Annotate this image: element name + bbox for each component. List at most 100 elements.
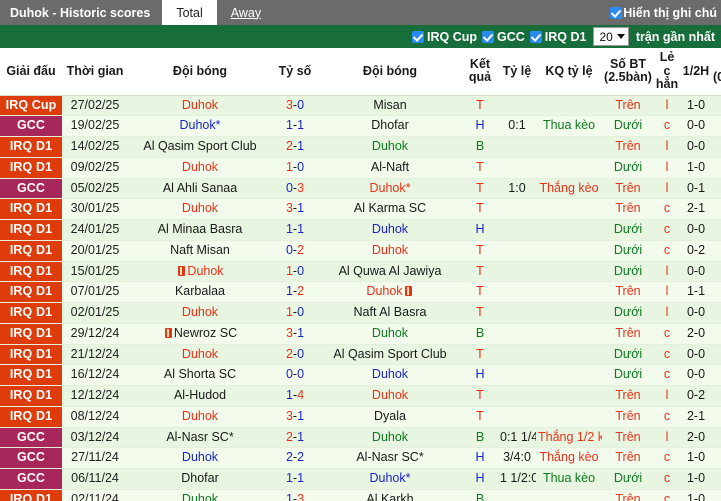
table-row[interactable]: IRQ D107/01/25Karbalaa1-2DuhokTTrênl1-1T… — [0, 281, 721, 303]
table-row[interactable]: GCC 27/11/24 Duhok 2-2 Al-Nasr SC* H 3/4:0 Thắn… — [0, 447, 721, 469]
cell-away-team[interactable]: Duhok — [318, 136, 462, 158]
cell-away-team[interactable]: Duhok — [318, 281, 462, 303]
cell-score[interactable]: 3-0 — [272, 95, 318, 117]
cell-score[interactable]: 2-2 — [272, 447, 318, 469]
cell-home-team[interactable]: Dhofar — [128, 468, 272, 490]
show-notes-checkbox-icon[interactable] — [610, 6, 623, 19]
tab-total[interactable]: Total — [162, 0, 217, 25]
table-row[interactable]: GCC 06/11/24 Dhofar 1-1 Duhok* H 1 1/2:0 Thua k… — [0, 468, 721, 490]
cell-away-team[interactable]: Al-Naft — [318, 157, 462, 179]
cell-score[interactable]: 3-1 — [272, 406, 318, 428]
header-bt-25[interactable]: Số BT (2.5bàn) — [602, 48, 654, 96]
table-row[interactable]: IRQ D1 02/01/25 Duhok 1-0 Naft Al Basra T Dưới… — [0, 302, 721, 324]
cell-home-team[interactable]: Duhok — [128, 198, 272, 220]
cell-away-team[interactable]: Naft Al Basra — [318, 302, 462, 324]
cell-away-team[interactable]: Misan — [318, 95, 462, 117]
cell-score[interactable]: 1-3 — [272, 489, 318, 501]
cell-home-team[interactable]: Duhok — [128, 302, 272, 324]
checkbox-icon[interactable] — [529, 30, 542, 43]
cell-score[interactable]: 0-0 — [272, 364, 318, 386]
cell-home-team[interactable]: Karbalaa — [128, 281, 272, 303]
table-row[interactable]: GCC 03/12/24 Al-Nasr SC* 2-1 Duhok B 0:1 1/4 Th… — [0, 427, 721, 449]
cell-home-team[interactable]: Al Qasim Sport Club — [128, 136, 272, 158]
header-home-team[interactable]: Đội bóng — [128, 48, 272, 96]
cell-home-team[interactable]: Duhok — [128, 95, 272, 117]
cell-score[interactable]: 1-0 — [272, 261, 318, 283]
cell-home-team[interactable]: Al Minaa Basra — [128, 219, 272, 241]
cell-score[interactable]: 1-2 — [272, 281, 318, 303]
cell-away-team[interactable]: Al Karma SC — [318, 198, 462, 220]
cell-home-team[interactable]: Al-Hudod — [128, 385, 272, 407]
header-half-time[interactable]: 1/2H — [680, 48, 712, 96]
table-row[interactable]: IRQ D1 15/01/25 Duhok 1-0 Al Quwa Al Jawiya T… — [0, 261, 721, 283]
header-bt-075[interactable]: Số BT (0.75bàn) — [712, 48, 721, 96]
header-time[interactable]: Thời gian — [62, 48, 128, 96]
cell-score[interactable]: 2-1 — [272, 136, 318, 158]
header-odds[interactable]: Tỷ lệ — [498, 48, 536, 96]
table-row[interactable]: GCC 05/02/25 Al Ahli Sanaa 0-3 Duhok* T 1:0 Thắ… — [0, 178, 721, 200]
cell-score[interactable]: 1-0 — [272, 302, 318, 324]
cell-away-team[interactable]: Duhok — [318, 219, 462, 241]
table-row[interactable]: IRQ D108/12/24Duhok3-1DyalaTTrênc2-1Trên — [0, 406, 721, 428]
header-odd-even[interactable]: Lẻ c hẳn — [654, 48, 680, 96]
table-row[interactable]: IRQ D1 14/02/25 Al Qasim Sport Club 2-1 Duho… — [0, 136, 721, 158]
cell-away-team[interactable]: Duhok* — [318, 468, 462, 490]
cell-score[interactable]: 0-2 — [272, 240, 318, 262]
cell-home-team[interactable]: Naft Misan — [128, 240, 272, 262]
table-row[interactable]: GCC 19/02/25 Duhok* 1-1 Dhofar H 0:1 Thua kèo Dư… — [0, 115, 721, 137]
filter-gcc[interactable]: GCC — [482, 30, 525, 44]
table-row[interactable]: IRQ D1 20/01/25 Naft Misan 0-2 Duhok T Dưới c 0-… — [0, 240, 721, 262]
cell-away-team[interactable]: Duhok — [318, 427, 462, 449]
cell-home-team[interactable]: Duhok — [128, 261, 272, 283]
cell-score[interactable]: 1-1 — [272, 468, 318, 490]
cell-score[interactable]: 2-1 — [272, 427, 318, 449]
cell-away-team[interactable]: Duhok — [318, 364, 462, 386]
header-score[interactable]: Tỷ số — [272, 48, 318, 96]
cell-home-team[interactable]: Duhok — [128, 344, 272, 366]
cell-away-team[interactable]: Dyala — [318, 406, 462, 428]
cell-away-team[interactable]: Duhok — [318, 385, 462, 407]
cell-home-team[interactable]: Duhok* — [128, 115, 272, 137]
table-row[interactable]: IRQ D1 29/12/24 Newroz SC 3-1 Duhok B Trên c 2-0… — [0, 323, 721, 345]
cell-score[interactable]: 2-0 — [272, 344, 318, 366]
cell-score[interactable]: 1-1 — [272, 219, 318, 241]
table-row[interactable]: IRQ D109/02/25Duhok1-0Al-NaftTDướil1-0Tr… — [0, 157, 721, 179]
filter-irq-d1[interactable]: IRQ D1 — [529, 30, 586, 44]
table-row[interactable]: IRQ D1 21/12/24 Duhok 2-0 Al Qasim Sport Clu… — [0, 344, 721, 366]
cell-home-team[interactable]: Duhok — [128, 406, 272, 428]
cell-away-team[interactable]: Al Quwa Al Jawiya — [318, 261, 462, 283]
cell-score[interactable]: 1-4 — [272, 385, 318, 407]
checkbox-icon[interactable] — [412, 30, 424, 43]
cell-away-team[interactable]: Al Karkh — [318, 489, 462, 501]
cell-home-team[interactable]: Al Shorta SC — [128, 364, 272, 386]
cell-home-team[interactable]: Duhok — [128, 489, 272, 501]
table-row[interactable]: IRQ D1 24/01/25 Al Minaa Basra 1-1 Duhok H Dướ… — [0, 219, 721, 241]
cell-away-team[interactable]: Duhok — [318, 323, 462, 345]
cell-score[interactable]: 0-3 — [272, 178, 318, 200]
cell-home-team[interactable]: Al-Nasr SC* — [128, 427, 272, 449]
cell-home-team[interactable]: Newroz SC — [128, 323, 272, 345]
cell-away-team[interactable]: Dhofar — [318, 115, 462, 137]
header-odds-result[interactable]: KQ tỷ lệ — [536, 48, 602, 96]
cell-home-team[interactable]: Al Ahli Sanaa — [128, 178, 272, 200]
cell-score[interactable]: 3-1 — [272, 198, 318, 220]
header-league[interactable]: Giải đấu — [0, 48, 62, 96]
cell-away-team[interactable]: Al-Nasr SC* — [318, 447, 462, 469]
table-row[interactable]: IRQ D112/12/24Al-Hudod1-4DuhokTTrênl0-2T… — [0, 385, 721, 407]
cell-away-team[interactable]: Duhok* — [318, 178, 462, 200]
table-row[interactable]: IRQ D102/11/24Duhok1-3Al KarkhBTrênc1-0T… — [0, 489, 721, 501]
table-row[interactable]: IRQ D1 16/12/24 Al Shorta SC 0-0 Duhok H Dưới c… — [0, 364, 721, 386]
checkbox-icon[interactable] — [482, 30, 494, 43]
match-count-select[interactable]: 20 — [593, 27, 629, 46]
header-result[interactable]: Kết quả — [462, 48, 498, 96]
header-away-team[interactable]: Đội bóng — [318, 48, 462, 96]
cell-score[interactable]: 3-1 — [272, 323, 318, 345]
table-row[interactable]: IRQ Cup27/02/25Duhok3-0MisanTTrênl1-0Trê… — [0, 95, 721, 117]
cell-score[interactable]: 1-0 — [272, 157, 318, 179]
cell-away-team[interactable]: Duhok — [318, 240, 462, 262]
cell-score[interactable]: 1-1 — [272, 115, 318, 137]
cell-home-team[interactable]: Duhok — [128, 157, 272, 179]
cell-away-team[interactable]: Al Qasim Sport Club — [318, 344, 462, 366]
show-notes-toggle[interactable]: Hiển thị ghi chú — [610, 0, 721, 25]
cell-home-team[interactable]: Duhok — [128, 447, 272, 469]
